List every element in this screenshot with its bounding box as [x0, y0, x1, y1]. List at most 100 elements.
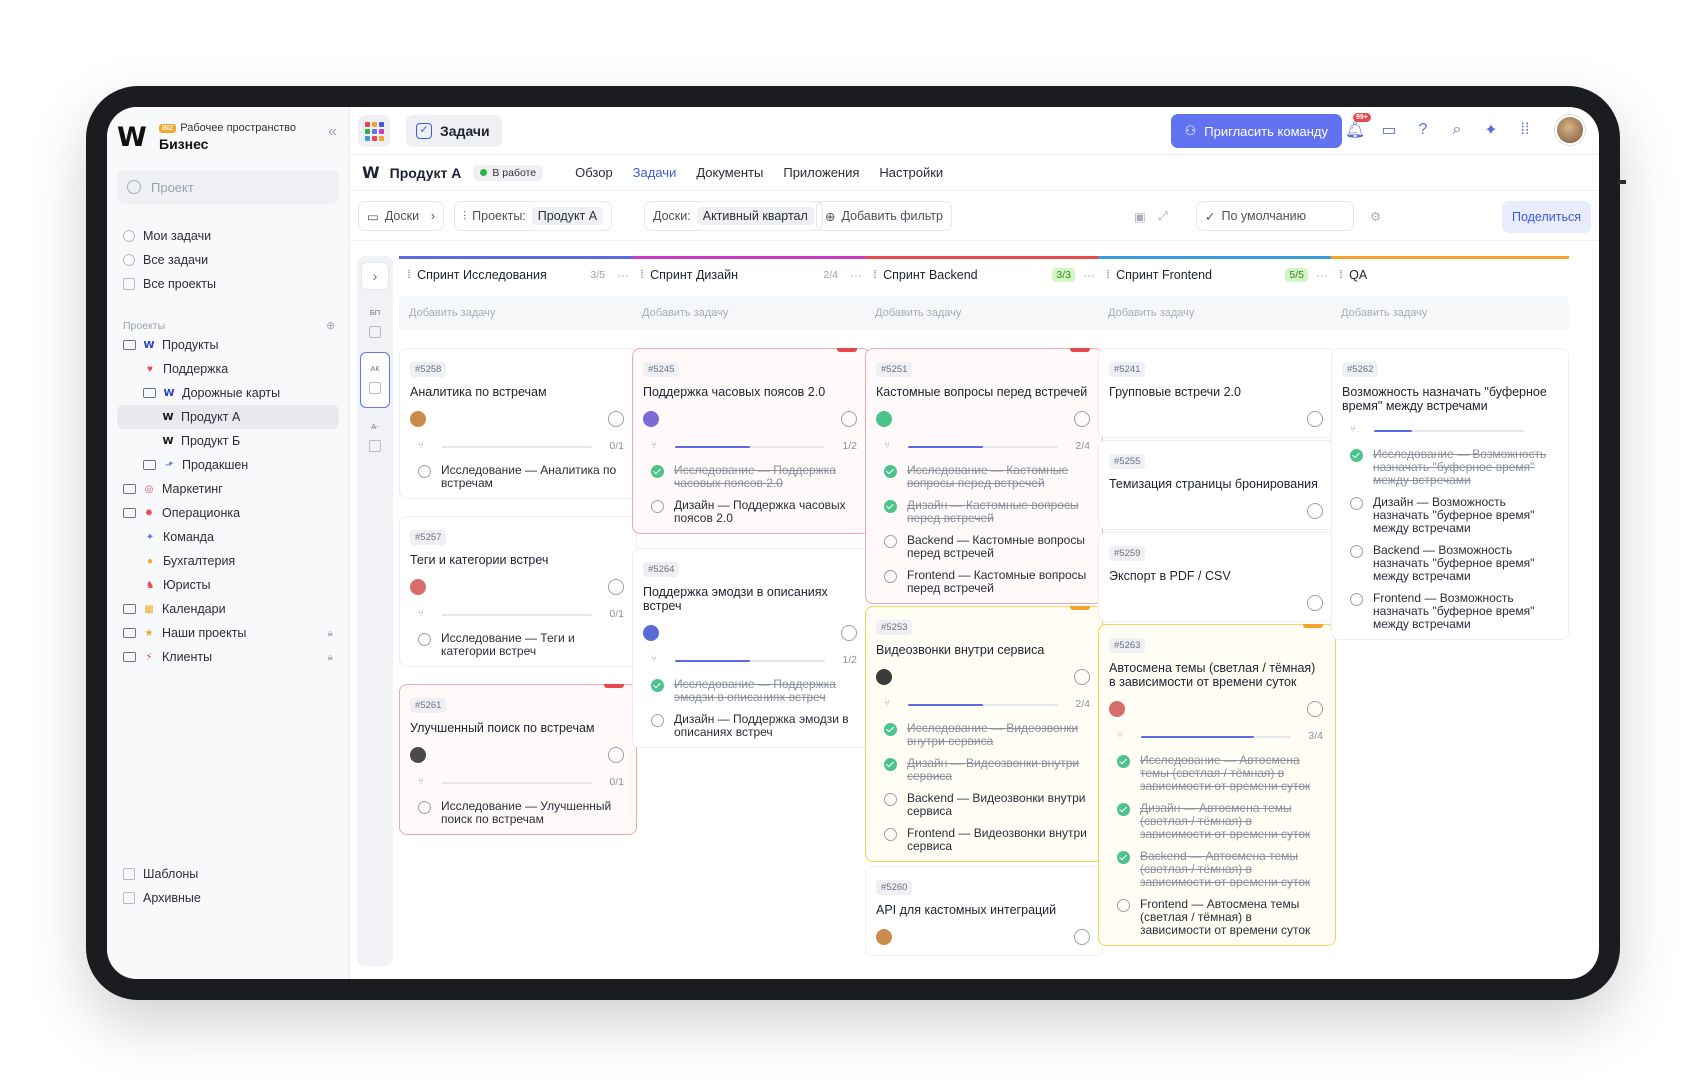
tree-item-lawyers[interactable]: ♞ Юристы [117, 573, 339, 597]
chevron-right-icon[interactable]: › [361, 262, 389, 290]
assignee-avatar[interactable] [876, 669, 892, 685]
nav-all-projects[interactable]: Все проекты [123, 273, 216, 295]
add-task-input[interactable]: Добавить задачу [399, 296, 637, 330]
sort-selector[interactable]: ✓ По умолчанию [1196, 201, 1354, 231]
column-header[interactable]: ⁞⁞ QA [1331, 256, 1569, 290]
task-card[interactable]: #5258 Аналитика по встречам ⑂ 0/1 Исследован… [399, 348, 637, 499]
more-icon[interactable]: ··· [1316, 268, 1328, 282]
complete-checkbox[interactable] [608, 747, 624, 763]
task-card[interactable]: #5257 Теги и категории встреч ⑂ 0/1 Исследов… [399, 516, 637, 667]
view-switcher[interactable]: ▭ Доски › [358, 201, 444, 231]
task-card[interactable]: #5262 Возможность назначать "буферное вре… [1331, 348, 1569, 640]
column-header[interactable]: ⁞⁞ Спринт Исследования 3/5 ··· [399, 256, 637, 290]
group-label-a[interactable]: А- [357, 422, 393, 431]
subtask-item[interactable]: Дизайн — Возможность назначать "буферное… [1342, 496, 1558, 535]
tree-item-product-b[interactable]: W Продукт Б [117, 429, 339, 453]
workspace-switcher[interactable]: W BIZ Рабочее пространство Бизнес [117, 117, 345, 157]
complete-checkbox[interactable] [608, 411, 624, 427]
subtask-item[interactable]: Frontend — Видеозвонки внутри сервиса [876, 827, 1092, 853]
project-search-input[interactable]: Проект [117, 170, 339, 204]
task-card[interactable]: #5255 Темизация страницы бронирования [1098, 440, 1336, 530]
column-header[interactable]: ⁞⁞ Спринт Frontend 5/5 ··· [1098, 256, 1336, 290]
subtask-item[interactable]: Backend — Видеозвонки внутри сервиса [876, 792, 1092, 818]
filter-projects[interactable]: ⫶ Проекты: Продукт А [454, 201, 613, 231]
subtask-item[interactable]: Исследование — Кастомные вопросы перед в… [876, 464, 1092, 490]
complete-checkbox[interactable] [1074, 411, 1090, 427]
sparkle-icon[interactable]: ✦ [1481, 119, 1501, 141]
subtask-checkbox[interactable] [1117, 851, 1130, 864]
help-icon[interactable]: ? [1413, 119, 1433, 141]
subtask-item[interactable]: Дизайн — Автосмена темы (светлая / тёмна… [1109, 802, 1325, 841]
group-label-bp[interactable]: БП [357, 308, 393, 317]
task-card[interactable]: #5253 Видеозвонки внутри сервиса ⑂ 2/4 Иссле… [865, 606, 1103, 862]
grid-icon[interactable]: ⁞⁞ [1515, 119, 1535, 141]
assignee-avatar[interactable] [876, 929, 892, 945]
subtask-checkbox[interactable] [884, 793, 897, 806]
add-task-input[interactable]: Добавить задачу [1098, 296, 1336, 330]
tasks-app-tab[interactable]: ✓ Задачи [406, 115, 502, 147]
subtask-item[interactable]: Backend — Автосмена темы (светлая / тёмн… [1109, 850, 1325, 889]
complete-checkbox[interactable] [1307, 595, 1323, 611]
subtask-item[interactable]: Исследование — Теги и категории встреч [410, 632, 626, 658]
nav-templates[interactable]: Шаблоны [123, 863, 198, 885]
subtask-item[interactable]: Backend — Возможность назначать "буферно… [1342, 544, 1558, 583]
subtask-checkbox[interactable] [418, 633, 431, 646]
assignee-avatar[interactable] [410, 579, 426, 595]
assignee-avatar[interactable] [643, 411, 659, 427]
subtask-item[interactable]: Frontend — Автосмена темы (светлая / тём… [1109, 898, 1325, 937]
assignee-avatar[interactable] [410, 747, 426, 763]
nav-my-tasks[interactable]: Мои задачи [123, 225, 211, 247]
search-icon[interactable]: ⌕ [1447, 119, 1467, 141]
tab-tasks[interactable]: Задачи [633, 165, 677, 180]
drag-handle-icon[interactable]: ⁞⁞ [873, 269, 877, 281]
tree-item-product-a[interactable]: W Продукт А [117, 405, 339, 429]
complete-checkbox[interactable] [1074, 669, 1090, 685]
subtask-item[interactable]: Исследование — Автосмена темы (светлая /… [1109, 754, 1325, 793]
task-card[interactable]: #5263 Автосмена темы (светлая / тёмная) в… [1098, 624, 1336, 946]
tree-item-clients[interactable]: ⚡︎ Клиенты 🔒︎ [117, 645, 339, 669]
subtask-checkbox[interactable] [1117, 755, 1130, 768]
task-card[interactable]: #5245 Поддержка часовых поясов 2.0 ⑂ 1/2 Исс… [632, 348, 870, 534]
complete-checkbox[interactable] [1307, 503, 1323, 519]
drag-handle-icon[interactable]: ⁞⁞ [1106, 269, 1110, 281]
subtask-checkbox[interactable] [651, 714, 664, 727]
more-icon[interactable]: ··· [850, 268, 862, 282]
drag-handle-icon[interactable]: ⁞⁞ [407, 269, 411, 281]
task-card[interactable]: #5261 Улучшенный поиск по встречам ⑂ 0/1 Исс… [399, 684, 637, 835]
drag-handle-icon[interactable]: ⁞⁞ [640, 269, 644, 281]
task-card[interactable]: #5260 API для кастомных интеграций [865, 866, 1103, 956]
expand-icon[interactable]: ⤢ [1150, 201, 1176, 231]
task-card[interactable]: #5241 Групповые встречи 2.0 [1098, 348, 1336, 438]
complete-checkbox[interactable] [841, 625, 857, 641]
add-task-input[interactable]: Добавить задачу [1331, 296, 1569, 330]
more-icon[interactable]: ··· [617, 268, 629, 282]
subtask-item[interactable]: Исследование — Поддержка часовых поясов … [643, 464, 859, 490]
add-task-input[interactable]: Добавить задачу [865, 296, 1103, 330]
drag-handle-icon[interactable]: ⁞⁞ [1339, 269, 1343, 281]
tree-item-team[interactable]: ✦ Команда [117, 525, 339, 549]
subtask-checkbox[interactable] [884, 570, 897, 583]
subtask-checkbox[interactable] [884, 758, 897, 771]
subtask-checkbox[interactable] [1350, 497, 1363, 510]
invite-team-button[interactable]: ⚇ Пригласить команду [1170, 114, 1342, 148]
subtask-checkbox[interactable] [1350, 545, 1363, 558]
subtask-checkbox[interactable] [651, 500, 664, 513]
subtask-item[interactable]: Исследование — Аналитика по встречам [410, 464, 626, 490]
subtask-item[interactable]: Backend — Кастомные вопросы перед встреч… [876, 534, 1092, 560]
settings-icon[interactable]: ⚙ [1362, 201, 1389, 231]
column-header[interactable]: ⁞⁞ Спринт Дизайн 2/4 ··· [632, 256, 870, 290]
complete-checkbox[interactable] [841, 411, 857, 427]
share-button[interactable]: Поделиться [1501, 201, 1591, 233]
complete-checkbox[interactable] [1307, 411, 1323, 427]
subtask-checkbox[interactable] [1350, 449, 1363, 462]
subtask-checkbox[interactable] [1117, 803, 1130, 816]
subtask-item[interactable]: Дизайн — Кастомные вопросы перед встрече… [876, 499, 1092, 525]
subtask-item[interactable]: Дизайн — Поддержка часовых поясов 2.0 [643, 499, 859, 525]
task-card[interactable]: #5264 Поддержка эмодзи в описаниях встреч… [632, 548, 870, 748]
subtask-checkbox[interactable] [418, 465, 431, 478]
user-avatar[interactable] [1555, 115, 1585, 145]
subtask-item[interactable]: Исследование — Поддержка эмодзи в описан… [643, 678, 859, 704]
apps-menu-icon[interactable] [358, 115, 390, 147]
filter-boards[interactable]: Доски: Активный квартал [644, 201, 823, 231]
nav-all-tasks[interactable]: Все задачи [123, 249, 208, 271]
